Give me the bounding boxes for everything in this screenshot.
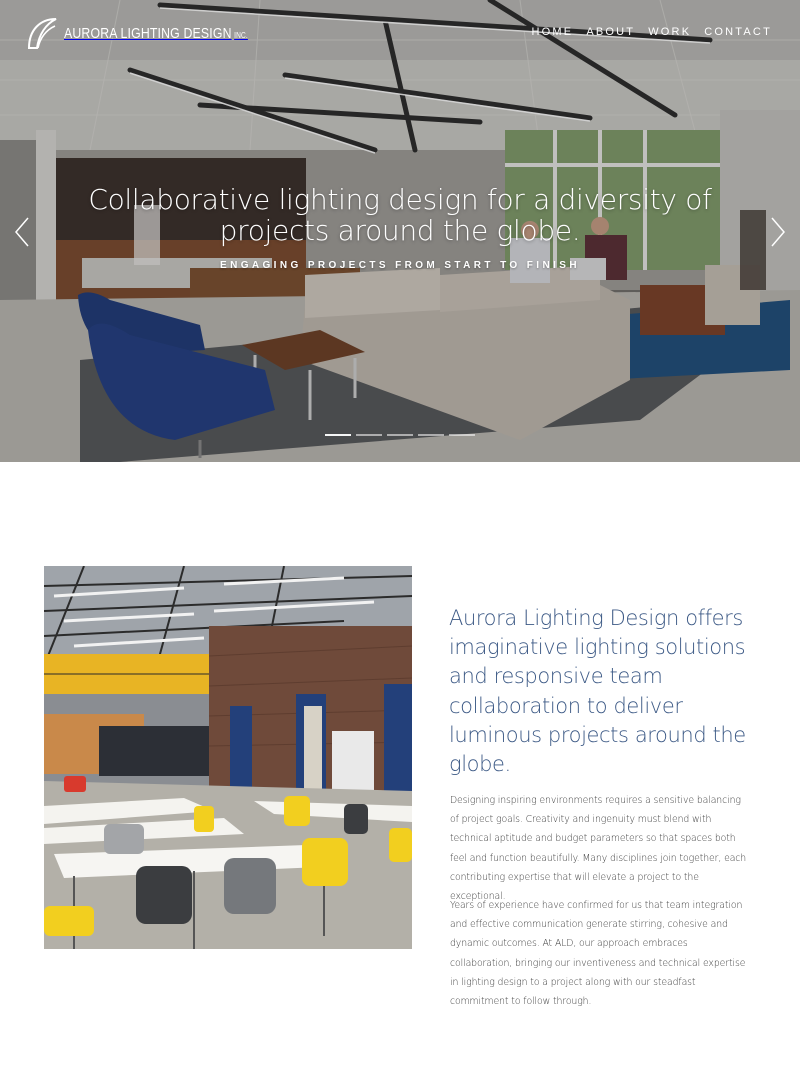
slider-dot[interactable] [449,434,475,436]
brand-logo[interactable]: AURORA LIGHTING DESIGN INC. [26,16,288,50]
brand-suffix: INC. [234,30,248,40]
main-nav: HOME ABOUT WORK CONTACT [532,26,773,38]
about-paragraph-1: Designing inspiring environments require… [450,795,747,903]
slider-dot[interactable] [356,434,382,436]
nav-home[interactable]: HOME [532,26,574,38]
hero-title: Collaborative lighting design for a dive… [88,183,712,247]
chevron-right-icon[interactable] [770,216,786,248]
about-paragraph-2: Years of experience have confirmed for u… [450,900,746,1008]
slider-dot[interactable] [325,434,351,436]
nav-contact[interactable]: CONTACT [704,26,772,38]
nav-work[interactable]: WORK [648,26,691,38]
chevron-left-icon[interactable] [14,216,30,248]
slider-pagination [325,434,475,436]
nav-about[interactable]: ABOUT [586,26,635,38]
hero-slider: AURORA LIGHTING DESIGN INC. HOME ABOUT WO… [0,0,800,462]
brand-name: AURORA LIGHTING DESIGN INC. [64,24,248,42]
about-headline: Aurora Lighting Design offers imaginativ… [449,606,746,777]
aurora-arc-logo-icon [27,18,57,49]
slider-dot[interactable] [418,434,444,436]
about-photo [44,566,412,949]
hero-subtitle: ENGAGING PROJECTS FROM START TO FINISH [220,260,580,271]
slider-dot[interactable] [387,434,413,436]
